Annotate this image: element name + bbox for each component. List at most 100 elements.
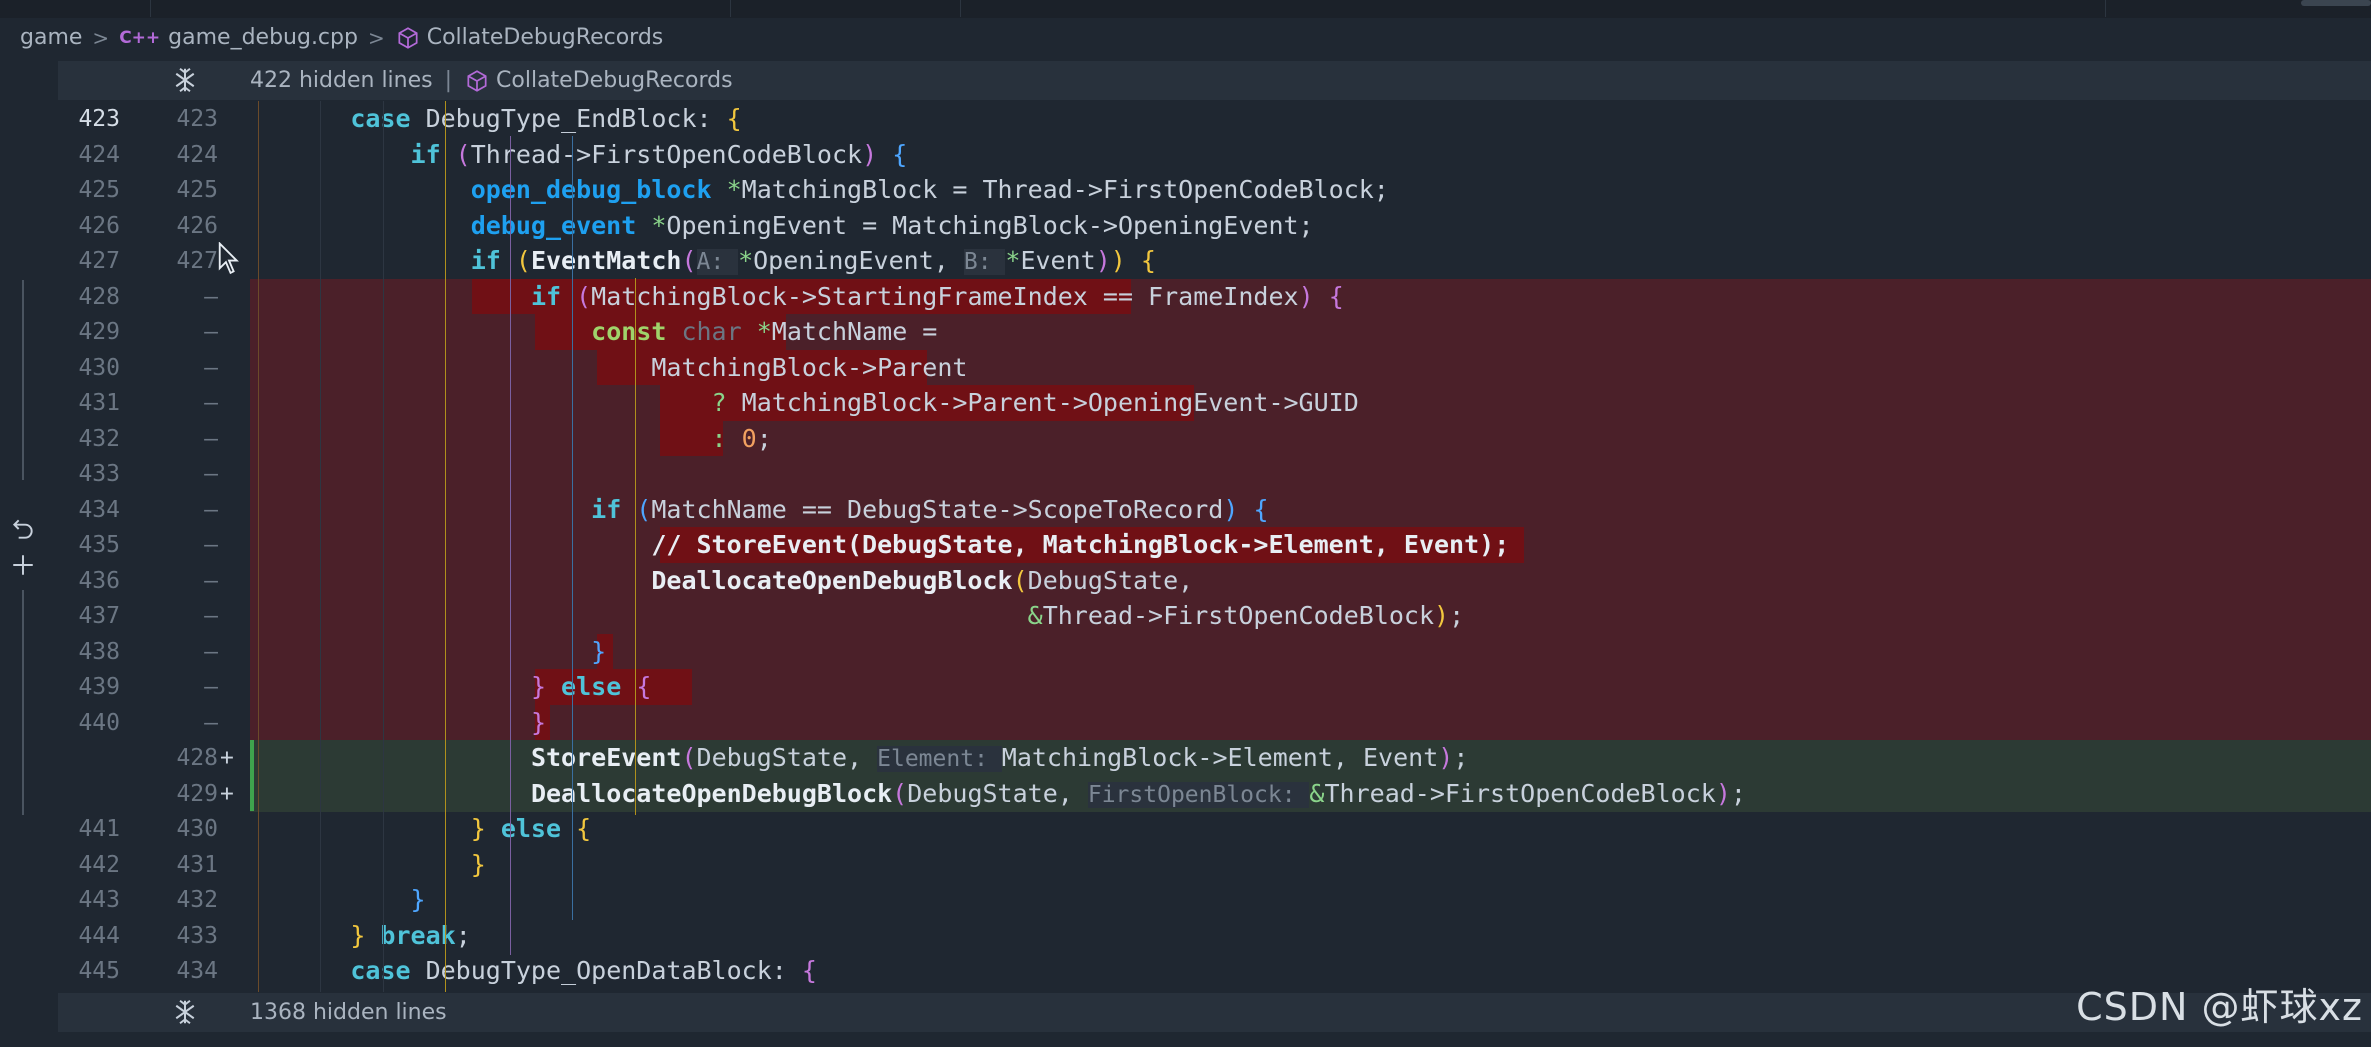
line-number-original: 433	[78, 461, 120, 487]
line-number-modified: 428	[176, 745, 218, 771]
indent-guide	[320, 101, 321, 992]
code-token: }	[530, 707, 546, 737]
code-token: Thread->FirstOpenCodeBlock	[1042, 601, 1435, 630]
code-line[interactable]: 437 — &Thread->FirstOpenCodeBlock);	[0, 598, 2371, 634]
chevron-right-icon: >	[367, 25, 385, 50]
code-token: }	[410, 885, 426, 914]
undo-icon[interactable]	[10, 516, 36, 542]
code-line[interactable]: 431 — ? MatchingBlock->Parent->OpeningEve…	[0, 385, 2371, 421]
line-number-modified: 425	[176, 177, 218, 203]
line-number-modified: —	[204, 496, 218, 523]
code-token: case	[350, 104, 426, 133]
code-token: Element:	[877, 746, 1002, 772]
code-line[interactable]: 438 — }	[0, 633, 2371, 670]
code-token: OpeningEvent,	[753, 246, 964, 275]
code-line[interactable]: 429 + DeallocateOpenDebugBlock(DebugState…	[0, 775, 2371, 812]
code-line[interactable]: 434 — if (MatchName == DebugState->ScopeT…	[0, 491, 2371, 528]
code-line[interactable]: 436 — DeallocateOpenDebugBlock(DebugState…	[0, 562, 2371, 599]
code-token: )	[862, 139, 878, 169]
code-token: (	[892, 778, 908, 808]
code-line[interactable]: 440 — }	[0, 704, 2371, 741]
indent-guide	[383, 101, 384, 992]
unfold-icon[interactable]	[170, 65, 200, 95]
code-line[interactable]: 439 — } else {	[0, 669, 2371, 705]
indent-guide	[510, 136, 511, 955]
code-line[interactable]: 428 — if (MatchingBlock->StartingFrameInd…	[0, 278, 2371, 315]
breadcrumb-folder[interactable]: game	[20, 25, 82, 50]
code-token: {	[576, 814, 592, 843]
code-token: *	[651, 210, 667, 240]
code-line[interactable]: 423 423 case DebugType_EndBlock: {	[0, 101, 2371, 137]
line-number-modified: 423	[176, 106, 218, 132]
line-number-modified: 432	[176, 887, 218, 913]
tab[interactable]	[730, 0, 961, 17]
code-line[interactable]: 435 — // StoreEvent(DebugState, MatchingB…	[0, 527, 2371, 563]
code-line[interactable]: 426 426 debug_event *OpeningEvent = Match…	[0, 208, 2371, 244]
tab[interactable]	[1455, 0, 2106, 17]
line-number-modified: —	[204, 638, 218, 665]
code-text: } else {	[260, 811, 591, 847]
code-token: (	[576, 281, 592, 311]
code-text: const char *MatchName =	[260, 314, 937, 350]
code-token: :	[711, 423, 742, 453]
code-token: Event	[1020, 246, 1096, 275]
code-token: (	[455, 139, 471, 169]
code-token: if	[410, 139, 456, 169]
code-token: case	[350, 956, 426, 985]
code-line[interactable]: 424 424 if (Thread->FirstOpenCodeBlock) {	[0, 137, 2371, 173]
code-token: (	[515, 246, 531, 275]
line-background	[250, 918, 2371, 954]
unfold-icon[interactable]	[170, 997, 200, 1027]
code-token: Thread->FirstOpenCodeBlock	[470, 139, 863, 169]
code-token: {	[1328, 281, 1344, 311]
line-number-modified: —	[204, 319, 218, 345]
tab[interactable]	[0, 0, 151, 17]
plus-icon[interactable]	[10, 552, 36, 578]
code-token: )	[1110, 246, 1126, 275]
code-token: DeallocateOpenDebugBlock	[530, 778, 893, 808]
code-line[interactable]: 428 + StoreEvent(DebugState, Element: Mat…	[0, 740, 2371, 776]
code-line[interactable]: 433 —	[0, 456, 2371, 492]
scroll-thumb[interactable]	[2301, 0, 2371, 6]
code-line[interactable]: 442 431 }	[0, 847, 2371, 883]
breadcrumb-symbol[interactable]: CollateDebugRecords	[427, 25, 664, 50]
code-line[interactable]: 445 434 case DebugType_OpenDataBlock: {	[0, 953, 2371, 989]
code-token: A:	[696, 249, 739, 275]
fold-bottom[interactable]: 1368 hidden lines	[58, 993, 2371, 1032]
code-line[interactable]: 427 427 if (EventMatch(A: *OpeningEvent, …	[0, 243, 2371, 279]
breadcrumb-file[interactable]: game_debug.cpp	[168, 25, 358, 50]
code-line[interactable]: 432 — : 0;	[0, 420, 2371, 457]
code-text: } break;	[260, 918, 470, 954]
line-number-modified: —	[204, 674, 218, 700]
code-token: {	[726, 104, 742, 133]
code-line[interactable]: 430 — MatchingBlock->Parent	[0, 349, 2371, 386]
code-token: StoreEvent	[530, 743, 682, 772]
line-number-original: 425	[78, 177, 120, 203]
code-token: MatchingBlock = Thread->FirstOpenCodeBlo…	[741, 175, 1389, 204]
code-line[interactable]: 441 430 } else {	[0, 811, 2371, 847]
line-number-original: 430	[78, 354, 120, 381]
code-text: &Thread->FirstOpenCodeBlock);	[260, 598, 1465, 634]
line-number-original: 427	[78, 248, 120, 274]
code-text: debug_event *OpeningEvent = MatchingBloc…	[260, 208, 1314, 244]
code-token: ;	[756, 423, 772, 453]
code-token: )	[1438, 743, 1454, 772]
code-line[interactable]: 444 433 } break;	[0, 918, 2371, 954]
line-number-modified: 434	[176, 958, 218, 984]
watermark: CSDN @虾球xz	[2076, 985, 2363, 1029]
gutter-bar	[22, 590, 24, 815]
line-number-original: 423	[78, 106, 120, 132]
fold-top[interactable]: 422 hidden lines | CollateDebugRecords	[58, 61, 2371, 100]
line-number-modified: 433	[176, 922, 218, 949]
tab[interactable]	[150, 0, 731, 17]
line-number-original: 443	[78, 887, 120, 913]
line-number-original: 436	[78, 567, 120, 594]
code-line[interactable]: 429 — const char *MatchName =	[0, 314, 2371, 350]
line-number-original: 440	[78, 709, 120, 736]
code-line[interactable]: 425 425 open_debug_block *MatchingBlock =…	[0, 172, 2371, 208]
code-line[interactable]: 443 432 }	[0, 882, 2371, 918]
